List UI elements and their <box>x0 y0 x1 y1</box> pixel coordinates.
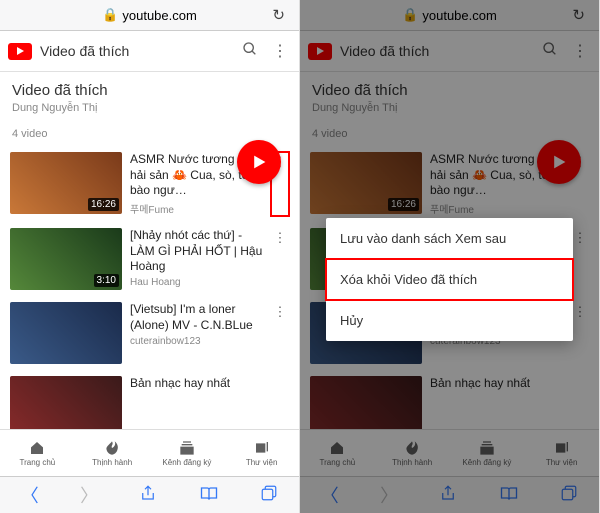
nav-trending[interactable]: Thịnh hành <box>75 430 150 476</box>
right-screenshot: 🔒 youtube.com ↻ Video đã thích ⋮ Video đ… <box>300 0 600 513</box>
menu-cancel[interactable]: Hủy <box>326 300 573 341</box>
video-title: [Vietsub] I'm a loner (Alone) MV - C.N.B… <box>130 302 263 333</box>
video-meta: [Nhảy nhót các thứ] - LÀM GÌ PHẢI HỐT | … <box>130 228 263 290</box>
back-icon[interactable]: 〈 <box>21 482 39 508</box>
menu-save-later[interactable]: Lưu vào danh sách Xem sau <box>326 218 573 259</box>
lock-icon: 🔒 <box>102 7 118 23</box>
video-thumbnail <box>10 376 122 429</box>
video-more-icon[interactable]: ⋮ <box>271 302 289 364</box>
play-all-button[interactable] <box>237 140 281 184</box>
youtube-header: Video đã thích ⋮ <box>0 31 299 72</box>
nav-subscriptions[interactable]: Kênh đăng ký <box>150 430 225 476</box>
video-meta: Bản nhạc hay nhất <box>130 376 289 429</box>
playlist-title: Video đã thích <box>12 82 287 99</box>
nav-label: Thịnh hành <box>92 458 132 467</box>
safari-toolbar: 〈 〉 <box>0 476 299 513</box>
header-more-icon[interactable]: ⋮ <box>269 41 291 61</box>
context-menu: Lưu vào danh sách Xem sau Xóa khỏi Video… <box>326 218 573 341</box>
share-icon[interactable] <box>139 484 157 507</box>
menu-remove-liked[interactable]: Xóa khỏi Video đã thích <box>326 259 573 300</box>
nav-label: Kênh đăng ký <box>162 458 211 467</box>
tabs-icon[interactable] <box>260 484 278 507</box>
header-title: Video đã thích <box>40 43 231 59</box>
forward-icon: 〉 <box>80 482 98 508</box>
modal-overlay[interactable]: Lưu vào danh sách Xem sau Xóa khỏi Video… <box>300 0 599 513</box>
left-screenshot: 🔒 youtube.com ↻ Video đã thích ⋮ Video đ… <box>0 0 300 513</box>
bottom-nav: Trang chủ Thịnh hành Kênh đăng ký Thư vi… <box>0 429 299 476</box>
url-host: youtube.com <box>122 8 196 23</box>
video-duration: 16:26 <box>88 198 119 211</box>
playlist-owner: Dung Nguyễn Thị <box>12 102 287 114</box>
video-channel: Hau Hoang <box>130 277 263 288</box>
video-channel: cuterainbow123 <box>130 336 263 347</box>
video-title: [Nhảy nhót các thứ] - LÀM GÌ PHẢI HỐT | … <box>130 228 263 274</box>
video-thumbnail: 16:26 <box>10 152 122 214</box>
video-meta: [Vietsub] I'm a loner (Alone) MV - C.N.B… <box>130 302 263 364</box>
nav-library[interactable]: Thư viện <box>224 430 299 476</box>
video-row[interactable]: Bản nhạc hay nhất <box>0 370 299 429</box>
video-thumbnail: 3:10 <box>10 228 122 290</box>
video-duration: 3:10 <box>94 274 119 287</box>
nav-label: Trang chủ <box>20 458 56 467</box>
safari-address-bar[interactable]: 🔒 youtube.com ↻ <box>0 0 299 31</box>
refresh-icon[interactable]: ↻ <box>272 6 285 24</box>
video-more-icon[interactable]: ⋮ <box>271 228 289 290</box>
nav-label: Thư viện <box>246 458 278 467</box>
search-icon[interactable] <box>239 41 261 62</box>
video-title: Bản nhạc hay nhất <box>130 376 289 392</box>
nav-home[interactable]: Trang chủ <box>0 430 75 476</box>
video-row[interactable]: [Vietsub] I'm a loner (Alone) MV - C.N.B… <box>0 296 299 370</box>
bookmarks-icon[interactable] <box>199 484 219 507</box>
video-channel: 푸메Fume <box>130 201 263 216</box>
youtube-logo-icon[interactable] <box>8 43 32 60</box>
video-list: 16:26 ASMR Nước tương ướp hải sản 🦀 Cua,… <box>0 146 299 429</box>
video-thumbnail <box>10 302 122 364</box>
video-row[interactable]: 3:10 [Nhảy nhót các thứ] - LÀM GÌ PHẢI H… <box>0 222 299 296</box>
playlist-header: Video đã thích Dung Nguyễn Thị <box>0 72 299 118</box>
